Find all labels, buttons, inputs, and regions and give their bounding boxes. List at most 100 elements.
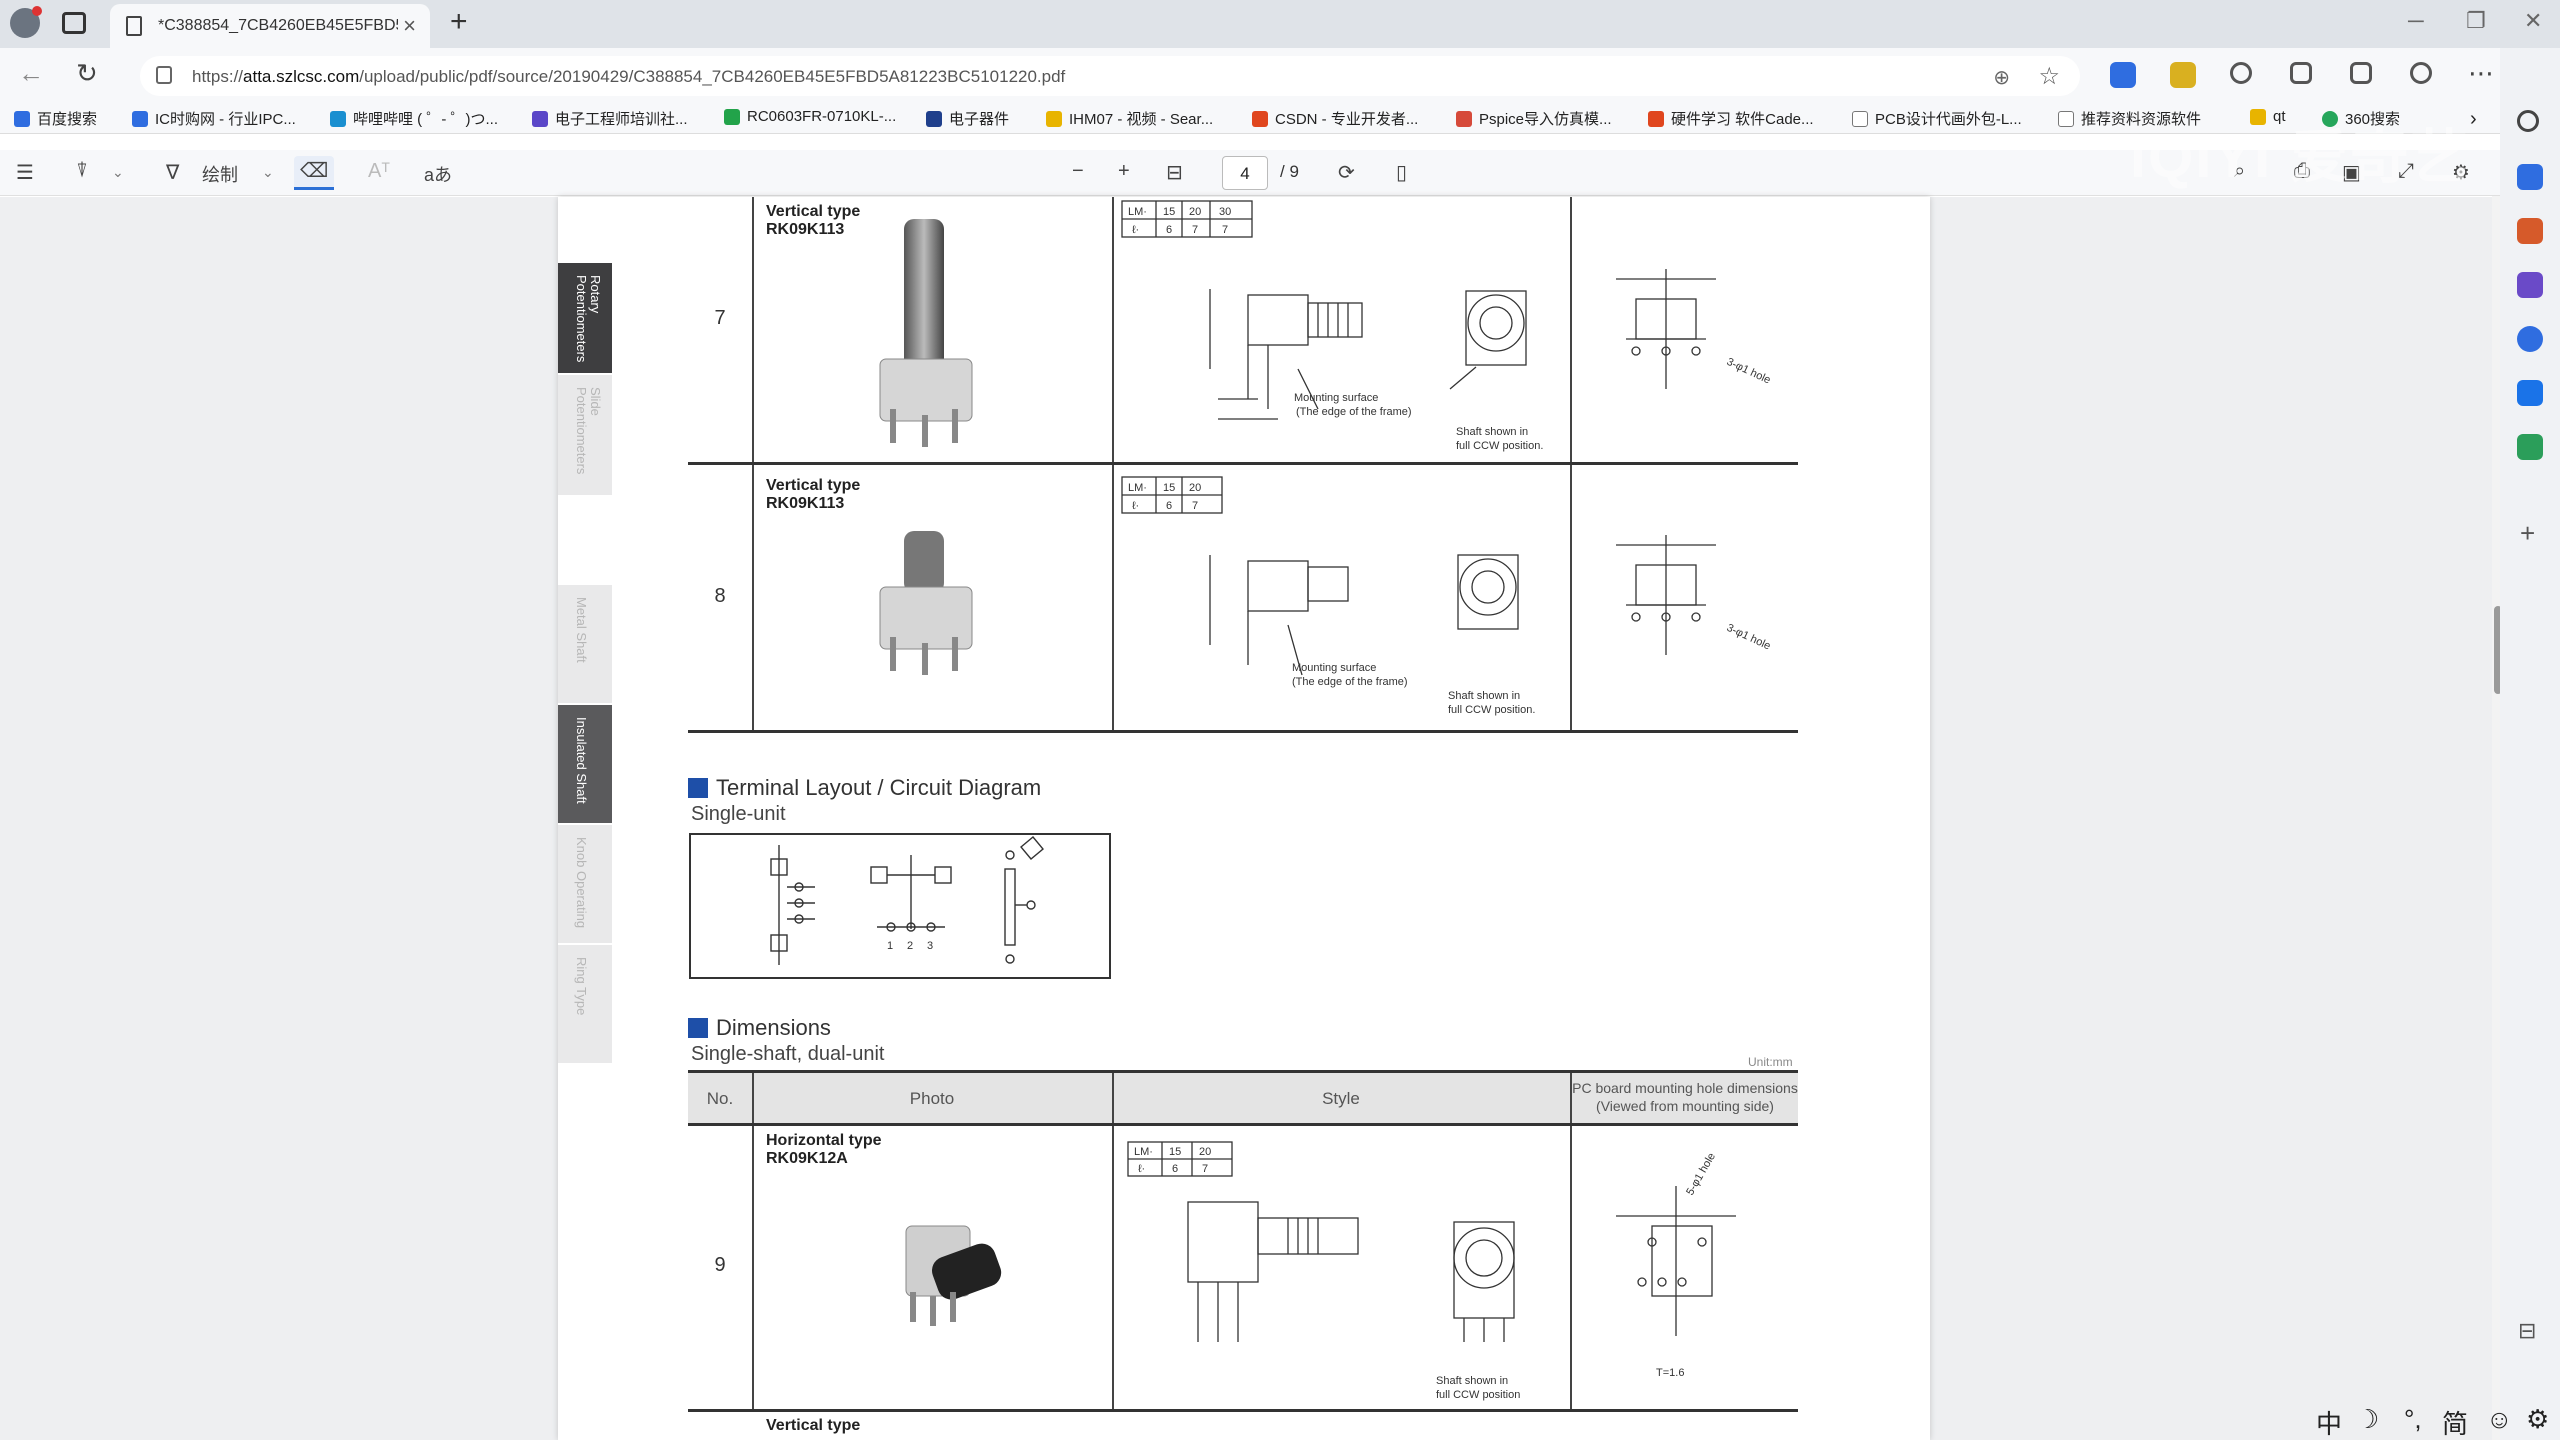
bookmark-icon	[1456, 110, 1472, 127]
sidebar-search-icon[interactable]	[2517, 110, 2539, 132]
bookmark-item[interactable]: 硬件学习 软件Cade...	[1648, 108, 1814, 129]
highlight-dropdown-icon[interactable]: ⌄	[112, 164, 124, 181]
bookmark-item[interactable]: PCB设计代画外包-L...	[1852, 108, 2022, 129]
zoom-icon[interactable]: ⊕	[1993, 65, 2010, 90]
pdf-page[interactable]: Rotary Potentiometers Slide Potentiomete…	[558, 197, 1930, 1440]
bookmark-item[interactable]: IC时购网 - 行业IPC...	[132, 108, 296, 129]
drawing-note: Mounting surface	[1292, 662, 1376, 674]
sidebar-outlook-icon[interactable]	[2517, 380, 2543, 406]
sidebar-shopping-icon[interactable]	[2517, 164, 2543, 190]
bookmark-icon	[2058, 110, 2074, 127]
ime-simplified-icon[interactable]: 简	[2442, 1404, 2468, 1440]
ime-emoji-icon[interactable]: ☺	[2486, 1404, 2513, 1435]
bookmark-icon	[1046, 110, 1062, 127]
l-cell: 7	[1192, 500, 1198, 512]
sidebar-m365-icon[interactable]	[2517, 326, 2543, 352]
collections-icon[interactable]	[2350, 62, 2372, 84]
bookmark-item[interactable]: IHM07 - 视频 - Sear...	[1046, 108, 1213, 129]
draw-button[interactable]: 绘制	[202, 161, 238, 187]
zoom-in-icon[interactable]: +	[1118, 160, 1130, 183]
sidebar-designer-icon[interactable]	[2517, 434, 2543, 460]
new-tab-button[interactable]: +	[450, 5, 468, 39]
side-tab-rotary: Rotary Potentiometers	[558, 263, 612, 375]
browser-essentials-icon[interactable]	[2410, 62, 2432, 84]
side-tab-ring: Ring Type	[558, 945, 612, 1065]
reload-button[interactable]: ↻	[76, 58, 98, 89]
pin-label: 2	[907, 940, 913, 952]
lock-icon[interactable]	[156, 66, 172, 84]
bookmark-item[interactable]: CSDN - 专业开发者...	[1252, 108, 1418, 129]
sidebar-tools-icon[interactable]	[2517, 218, 2543, 244]
terminal-layout-drawing: 1 2 3	[770, 836, 1044, 965]
read-aloud-button[interactable]: aあ	[424, 161, 452, 187]
column-divider	[752, 465, 754, 730]
l-cell: 6	[1172, 1163, 1178, 1175]
ime-punctuation-icon[interactable]: °,	[2404, 1404, 2422, 1435]
sidebar-games-icon[interactable]	[2517, 272, 2543, 298]
fit-page-icon[interactable]: ⊟	[1166, 160, 1183, 185]
bookmark-item[interactable]: 哔哩哔哩 ( ゜- ゜)つ...	[330, 108, 498, 129]
tab-actions-icon[interactable]	[62, 12, 86, 34]
contents-icon[interactable]: ☰	[16, 160, 34, 185]
potentiometer-photo	[905, 1225, 1002, 1326]
split-screen-icon[interactable]	[2290, 62, 2312, 84]
sidebar-settings-icon[interactable]: ⊟	[2518, 1318, 2536, 1344]
drawing-note: (The edge of the frame)	[1296, 406, 1412, 418]
profile-avatar[interactable]	[10, 6, 42, 38]
extension-refresh-icon[interactable]	[2230, 62, 2252, 84]
bookmark-item[interactable]: Pspice导入仿真模...	[1456, 108, 1612, 129]
rotate-icon[interactable]: ⟳	[1338, 160, 1355, 185]
l-cell: 7	[1192, 224, 1198, 236]
close-window-button[interactable]: ✕	[2524, 8, 2542, 34]
ime-settings-icon[interactable]: ⚙	[2526, 1404, 2549, 1435]
minimize-button[interactable]: ─	[2408, 8, 2424, 34]
favorite-star-icon[interactable]: ☆	[2038, 62, 2060, 91]
table-row: 8 Vertical type RK09K113 LM· 15 20 ℓ· 6 7 Mou…	[688, 465, 1798, 733]
extension-translate-icon[interactable]	[2110, 62, 2136, 88]
bookmark-icon	[330, 110, 346, 127]
url-text: https://atta.szlcsc.com/upload/public/pd…	[192, 67, 1065, 87]
row-number: 8	[714, 585, 726, 607]
model-type: Horizontal type	[766, 1132, 882, 1149]
back-button[interactable]: ←	[18, 58, 44, 89]
extension-pin-icon[interactable]	[2170, 62, 2196, 88]
ime-language-icon[interactable]: 中	[2316, 1404, 2342, 1440]
bookmark-icon	[1252, 110, 1268, 127]
pcb-hole-drawing: 3-φ1 hole	[1616, 535, 1772, 655]
lm-header-cell: 15	[1169, 1146, 1181, 1158]
draw-dropdown-icon[interactable]: ⌄	[262, 164, 274, 181]
l-cell: 6	[1166, 500, 1172, 512]
terminal-section-title: Terminal Layout / Circuit Diagram	[688, 775, 1041, 801]
ime-moon-icon[interactable]: ☽	[2356, 1404, 2379, 1435]
bookmark-label: RC0603FR-0710KL-...	[747, 108, 897, 125]
bookmark-item[interactable]: 百度搜索	[14, 108, 97, 129]
bookmark-item[interactable]: 电子器件	[926, 108, 1009, 129]
close-tab-icon[interactable]: ×	[403, 13, 416, 39]
restore-button[interactable]: ❐	[2466, 8, 2486, 34]
pcb-hole-drawing: T=1.6 5-φ1 hole	[1616, 1151, 1736, 1379]
more-menu-icon[interactable]: ⋯	[2468, 58, 2494, 89]
browser-sidebar: + ⊟	[2500, 48, 2560, 1440]
url-field[interactable]: https://atta.szlcsc.com/upload/public/pd…	[140, 56, 2080, 96]
column-divider	[1570, 1126, 1572, 1409]
dimensions-section-title: Dimensions	[688, 1015, 831, 1041]
bookmark-label: 哔哩哔哩 ( ゜- ゜)つ...	[353, 111, 498, 128]
bookmarks-overflow-icon[interactable]: ›	[2470, 108, 2477, 131]
bookmark-item[interactable]: 电子工程师培训社...	[532, 108, 688, 129]
erase-icon[interactable]: ⌫	[294, 156, 335, 190]
page-number-input[interactable]: 4	[1222, 156, 1268, 190]
draw-icon[interactable]: ∇	[166, 160, 179, 185]
document-icon	[126, 16, 142, 36]
active-tab[interactable]: *C388854_7CB4260EB45E5FBD5/ ×	[110, 4, 430, 48]
page-view-icon[interactable]: ▯	[1396, 160, 1407, 185]
drawing-note: Mounting surface	[1294, 392, 1378, 404]
model-type: Vertical type	[766, 477, 861, 494]
side-tab-label: Ring Type	[574, 957, 589, 1016]
zoom-out-icon[interactable]: −	[1072, 160, 1084, 183]
url-scheme: https://	[192, 67, 244, 86]
bookmark-item[interactable]: RC0603FR-0710KL-...	[724, 108, 896, 125]
highlight-icon[interactable]: ⍒	[76, 160, 88, 183]
sidebar-add-icon[interactable]: +	[2520, 518, 2535, 549]
text-icon[interactable]: Aᵀ	[368, 160, 390, 183]
video-watermark: iQIYI 爱奇艺	[2130, 125, 2471, 190]
